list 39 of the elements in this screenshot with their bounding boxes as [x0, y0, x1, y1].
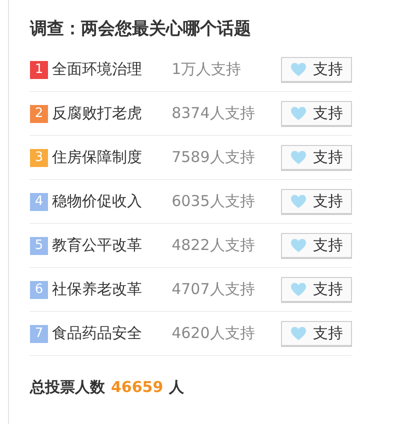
heart-icon — [290, 106, 308, 120]
rank-badge: 3 — [30, 148, 48, 166]
topic-name: 食品药品安全 — [52, 324, 143, 343]
total-votes: 46659 — [111, 378, 164, 397]
rank-badge: 2 — [30, 104, 48, 122]
survey-title: 调查：两会您最关心哪个话题 — [30, 18, 252, 41]
support-button[interactable]: 支持 — [281, 188, 352, 214]
total-unit: 人 — [169, 378, 184, 397]
support-button[interactable]: 支持 — [281, 320, 352, 346]
support-count: 6035人支持 — [172, 192, 256, 211]
topic-name: 住房保障制度 — [52, 148, 143, 167]
topic-name: 教育公平改革 — [52, 236, 143, 255]
rank-badge: 6 — [30, 280, 48, 298]
heart-icon — [290, 194, 308, 208]
support-button[interactable]: 支持 — [281, 56, 352, 82]
support-count: 1万人支持 — [172, 60, 242, 79]
heart-icon — [290, 282, 308, 296]
support-button[interactable]: 支持 — [281, 232, 352, 258]
rank-badge: 7 — [30, 324, 48, 342]
heart-icon — [290, 326, 308, 340]
support-count: 4620人支持 — [172, 324, 256, 343]
heart-icon — [290, 238, 308, 252]
support-count: 8374人支持 — [172, 104, 256, 123]
support-count: 4822人支持 — [172, 236, 256, 255]
support-count: 7589人支持 — [172, 148, 256, 167]
topic-name: 反腐败打老虎 — [52, 104, 143, 123]
support-button[interactable]: 支持 — [281, 100, 352, 126]
rank-badge: 4 — [30, 192, 48, 210]
topic-name: 社保养老改革 — [52, 280, 143, 299]
support-count: 4707人支持 — [172, 280, 256, 299]
total-label: 总投票人数 — [30, 378, 105, 397]
heart-icon — [290, 150, 308, 164]
support-button[interactable]: 支持 — [281, 276, 352, 302]
topic-name: 稳物价促收入 — [52, 192, 143, 211]
rank-badge: 5 — [30, 236, 48, 254]
support-button[interactable]: 支持 — [281, 144, 352, 170]
rank-badge: 1 — [30, 60, 48, 78]
heart-icon — [290, 62, 308, 76]
topic-name: 全面环境治理 — [52, 60, 143, 79]
